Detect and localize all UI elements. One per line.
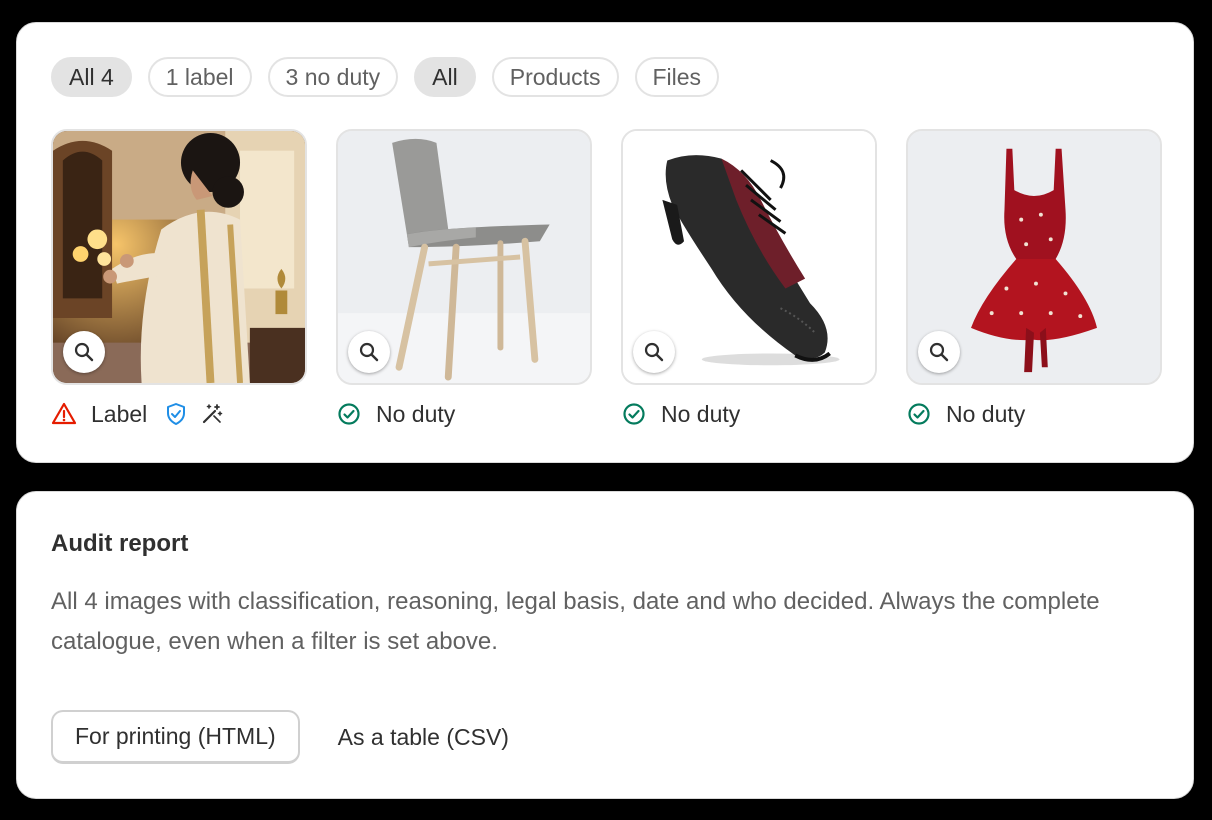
csv-export-button[interactable]: As a table (CSV) bbox=[316, 710, 531, 764]
filter-chip-all-4[interactable]: All 4 bbox=[51, 57, 132, 97]
image-tile[interactable] bbox=[51, 129, 307, 385]
zoom-button[interactable] bbox=[63, 331, 105, 373]
image-grid: Label No duty No duty No duty bbox=[51, 129, 1162, 429]
image-tile-column: Label bbox=[51, 129, 307, 429]
warning-triangle-icon bbox=[51, 401, 77, 427]
filter-bar: All 4 1 label 3 no duty All Products Fil… bbox=[51, 57, 720, 97]
print-html-button[interactable]: For printing (HTML) bbox=[51, 710, 300, 764]
tile-status: No duty bbox=[621, 399, 877, 429]
magnifier-icon bbox=[929, 342, 949, 362]
image-tile-column: No duty bbox=[906, 129, 1162, 429]
audit-report-card: Audit report All 4 images with classific… bbox=[16, 491, 1194, 799]
tile-status: Label bbox=[51, 399, 307, 429]
magic-wand-icon[interactable] bbox=[199, 401, 225, 427]
magnifier-icon bbox=[359, 342, 379, 362]
audit-description: All 4 images with classification, reason… bbox=[51, 588, 1100, 655]
magnifier-icon bbox=[74, 342, 94, 362]
check-circle-icon bbox=[336, 401, 362, 427]
filter-chip-label[interactable]: 1 label bbox=[147, 57, 252, 97]
image-tile-column: No duty bbox=[621, 129, 877, 429]
status-label: No duty bbox=[661, 400, 741, 427]
status-label: Label bbox=[91, 400, 148, 427]
filter-chip-no-duty[interactable]: 3 no duty bbox=[267, 57, 399, 97]
status-label: No duty bbox=[376, 400, 456, 427]
audit-actions: For printing (HTML) As a table (CSV) bbox=[51, 710, 531, 764]
image-tile-column: No duty bbox=[336, 129, 592, 429]
magnifier-icon bbox=[644, 342, 664, 362]
image-tile[interactable] bbox=[906, 129, 1162, 385]
tile-status: No duty bbox=[336, 399, 592, 429]
zoom-button[interactable] bbox=[348, 331, 390, 373]
filter-chip-all[interactable]: All bbox=[414, 57, 476, 97]
tile-status: No duty bbox=[906, 399, 1162, 429]
shield-check-icon[interactable] bbox=[163, 401, 189, 427]
image-tile[interactable] bbox=[336, 129, 592, 385]
check-circle-icon bbox=[906, 401, 932, 427]
zoom-button[interactable] bbox=[918, 331, 960, 373]
status-label: No duty bbox=[946, 400, 1026, 427]
image-tile[interactable] bbox=[621, 129, 877, 385]
audit-title: Audit report bbox=[51, 530, 189, 557]
filter-chip-products[interactable]: Products bbox=[491, 57, 619, 97]
media-gallery-card: All 4 1 label 3 no duty All Products Fil… bbox=[16, 22, 1194, 463]
filter-chip-files[interactable]: Files bbox=[634, 57, 720, 97]
check-circle-icon bbox=[621, 401, 647, 427]
zoom-button[interactable] bbox=[633, 331, 675, 373]
